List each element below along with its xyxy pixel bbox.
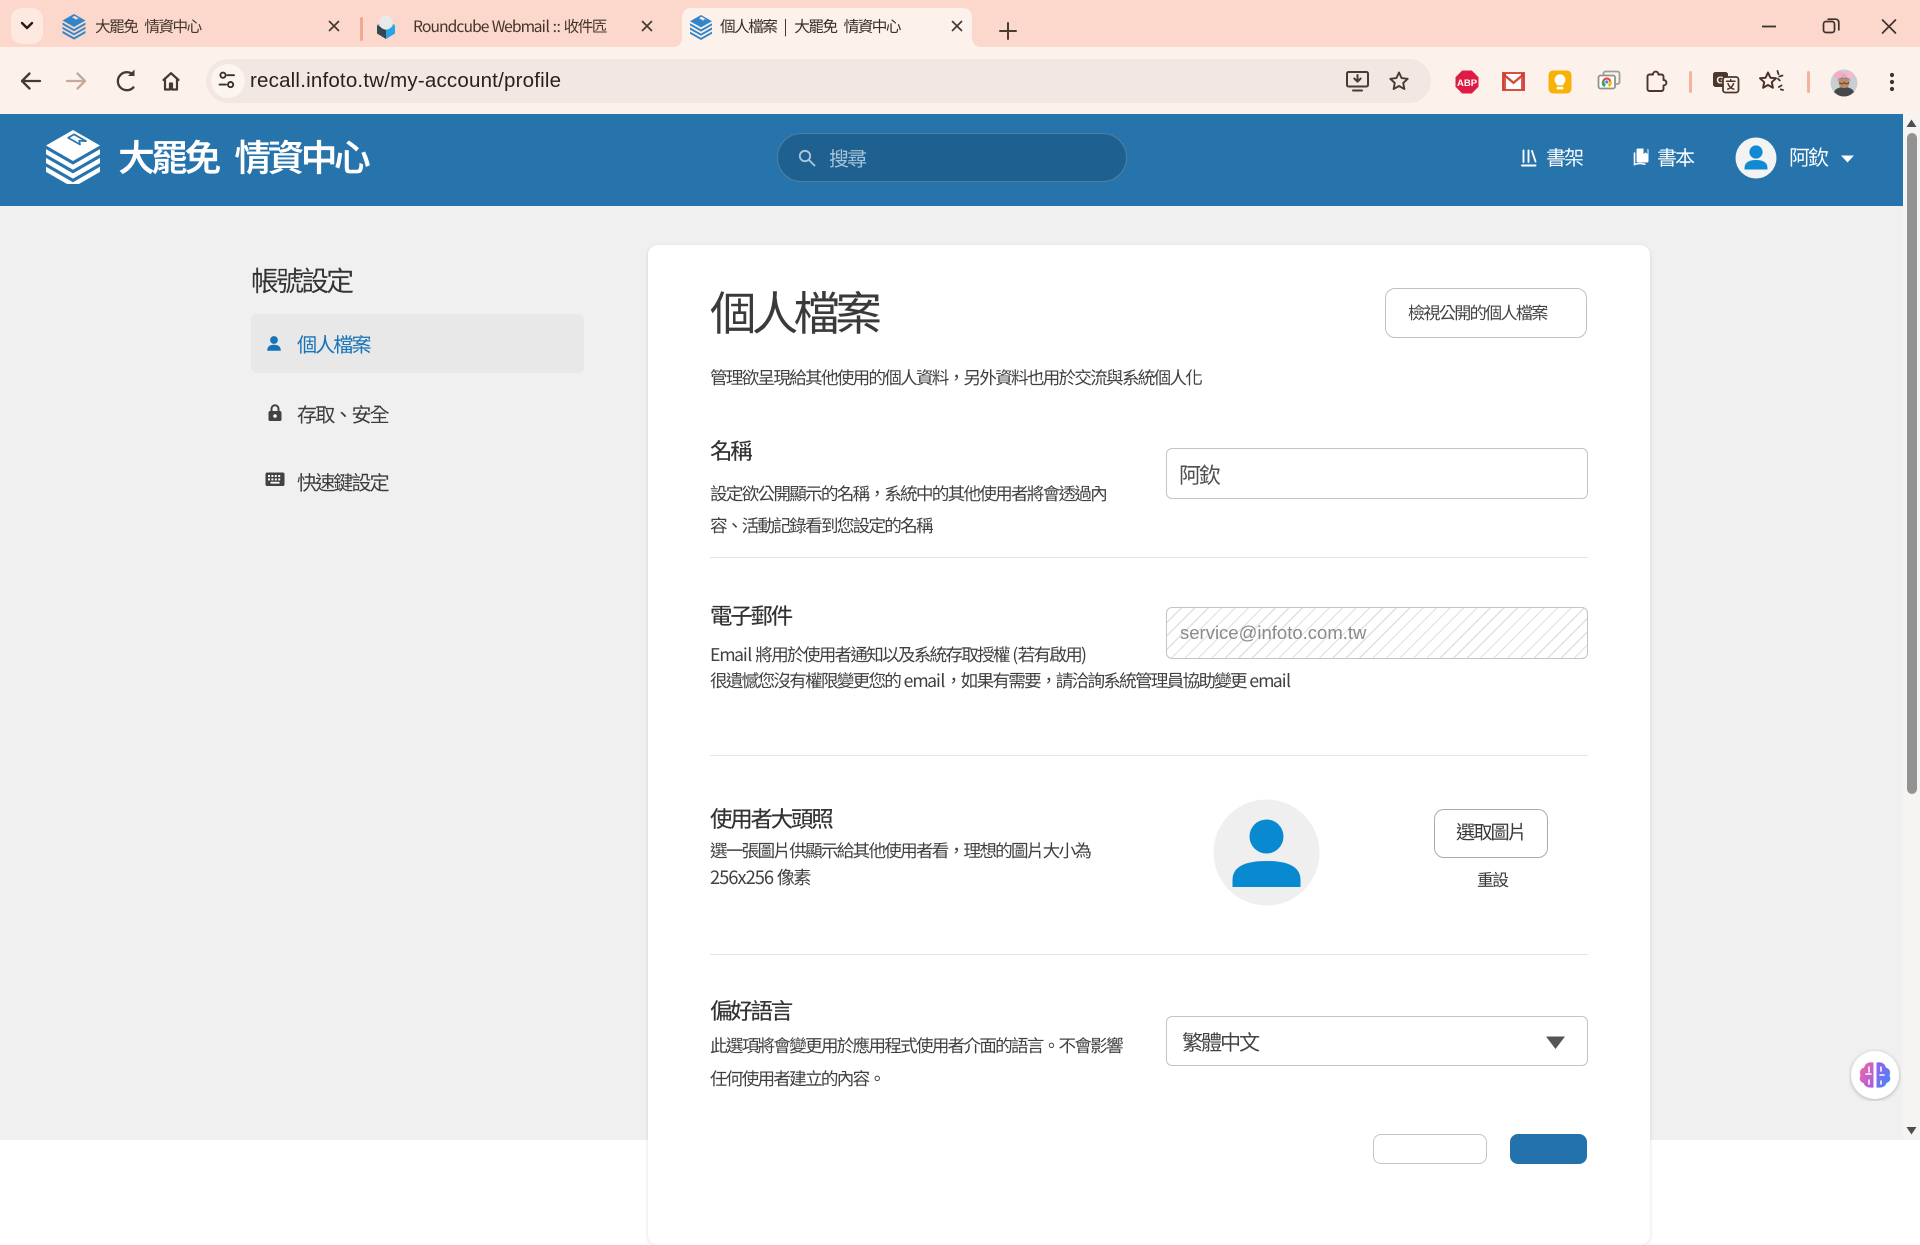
svg-text:ABP: ABP	[1457, 78, 1478, 89]
